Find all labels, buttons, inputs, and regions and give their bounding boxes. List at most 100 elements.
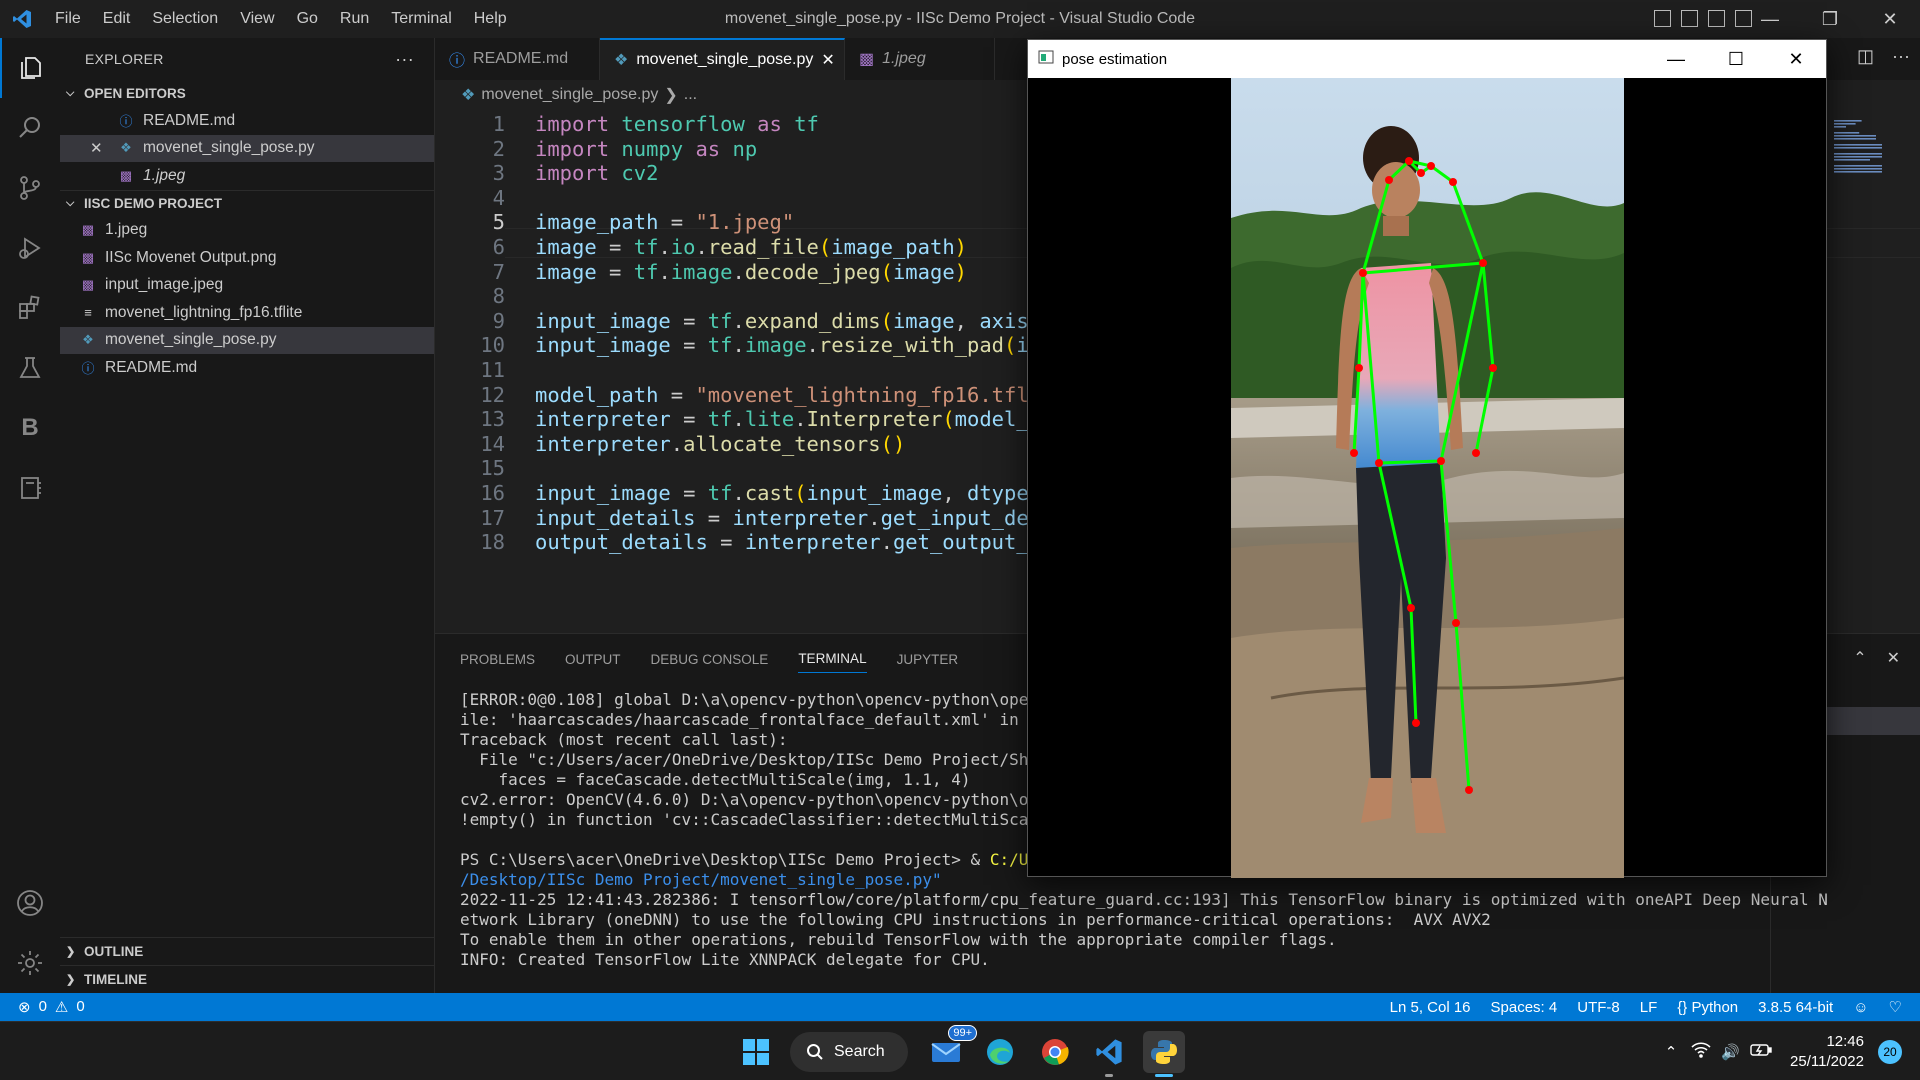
line-number: 7 [492, 259, 505, 284]
split-editor-icon[interactable]: ◫ [1857, 46, 1874, 67]
problems-status[interactable]: ⊗ 0 ⚠ 0 [0, 998, 85, 1016]
testing-icon[interactable] [0, 338, 60, 398]
more-actions-icon[interactable]: ··· [1892, 46, 1910, 67]
pose-window-titlebar[interactable]: pose estimation — ☐ ✕ [1028, 40, 1826, 78]
python-file-icon: ❖ [120, 140, 132, 156]
keypoint [1405, 157, 1413, 165]
extensions-icon[interactable] [0, 278, 60, 338]
menu-go[interactable]: Go [286, 0, 329, 38]
project-section[interactable]: ⌵ IISC DEMO PROJECT [60, 189, 434, 217]
keypoint [1385, 176, 1393, 184]
maximize-icon[interactable]: ☐ [1706, 40, 1766, 78]
file-label: input_image.jpeg [105, 276, 224, 294]
tab-output[interactable]: OUTPUT [565, 646, 621, 673]
windows-start-icon[interactable] [735, 1031, 777, 1073]
layout-controls [1654, 10, 1752, 27]
toggle-panel-icon[interactable] [1681, 10, 1698, 27]
clock[interactable]: 12:46 25/11/2022 [1790, 1032, 1864, 1072]
language-mode[interactable]: {} Python [1677, 999, 1738, 1016]
open-editor-item[interactable]: ▩ 1.jpeg [60, 162, 434, 190]
wifi-icon[interactable] [1691, 1041, 1711, 1062]
python-interpreter[interactable]: 3.8.5 64-bit [1758, 999, 1833, 1016]
menu-file[interactable]: File [44, 0, 92, 38]
minimize-icon[interactable]: — [1740, 0, 1800, 38]
toggle-secondary-sidebar-icon[interactable] [1708, 10, 1725, 27]
image-file-icon: ▩ [81, 222, 95, 238]
file-item[interactable]: ⓘ README.md [60, 354, 434, 382]
search-icon[interactable] [0, 98, 60, 158]
menu-edit[interactable]: Edit [92, 0, 142, 38]
source-control-icon[interactable] [0, 158, 60, 218]
volume-icon[interactable]: 🔊 [1721, 1043, 1740, 1061]
explorer-icon[interactable] [0, 38, 60, 98]
minimap[interactable] [1830, 110, 1920, 633]
file-item[interactable]: ≡ movenet_lightning_fp16.tflite [60, 299, 434, 327]
outline-section[interactable]: ❯ OUTLINE [60, 937, 435, 965]
indentation[interactable]: Spaces: 4 [1491, 999, 1558, 1016]
timeline-section[interactable]: ❯ TIMELINE [60, 965, 435, 993]
close-icon[interactable]: ✕ [1860, 0, 1920, 38]
close-editor-icon[interactable]: ✕ [90, 139, 115, 157]
tab-terminal[interactable]: TERMINAL [798, 645, 867, 673]
python-taskbar-icon[interactable] [1143, 1031, 1185, 1077]
file-item[interactable]: ▩ IISc Movenet Output.png [60, 244, 434, 272]
run-debug-icon[interactable] [0, 218, 60, 278]
end-of-line[interactable]: LF [1640, 999, 1658, 1016]
keypoint [1427, 162, 1435, 170]
edge-browser-icon[interactable] [979, 1031, 1021, 1073]
tab-problems[interactable]: PROBLEMS [460, 646, 535, 673]
close-panel-icon[interactable]: ✕ [1887, 648, 1900, 668]
file-item[interactable]: ▩ input_image.jpeg [60, 272, 434, 300]
close-icon[interactable]: ✕ [1766, 40, 1826, 78]
toggle-sidebar-icon[interactable] [1654, 10, 1671, 27]
explorer-sidebar: EXPLORER ··· ⌵ OPEN EDITORS ⓘ README.md … [60, 38, 435, 993]
settings-gear-icon[interactable] [0, 933, 60, 993]
open-editor-item[interactable]: ✕ ❖ movenet_single_pose.py [60, 134, 434, 162]
code-line: image_path = "1.jpeg" [535, 210, 795, 235]
maximize-panel-icon[interactable]: ⌃ [1853, 648, 1866, 668]
more-actions-icon[interactable]: ··· [395, 49, 414, 70]
menu-help[interactable]: Help [463, 0, 518, 38]
feedback-icon[interactable]: ☺ [1853, 999, 1868, 1016]
file-item[interactable]: ❖ movenet_single_pose.py [60, 326, 434, 354]
chevron-right-icon: ❯ [66, 946, 76, 958]
clock-date: 25/11/2022 [1790, 1052, 1864, 1070]
tab-debug-console[interactable]: DEBUG CONSOLE [651, 646, 769, 673]
close-tab-icon[interactable]: ✕ [821, 50, 834, 70]
account-icon[interactable] [0, 873, 60, 933]
menu-terminal[interactable]: Terminal [380, 0, 462, 38]
cursor-position[interactable]: Ln 5, Col 16 [1390, 999, 1471, 1016]
encoding[interactable]: UTF-8 [1577, 999, 1620, 1016]
tab-readme[interactable]: ⓘ README.md [435, 38, 600, 80]
menu-view[interactable]: View [229, 0, 285, 38]
vscode-taskbar-icon[interactable] [1088, 1031, 1130, 1077]
minimap-line [1834, 144, 1882, 146]
tab-movenet-single-pose[interactable]: ❖ movenet_single_pose.py ✕ [600, 38, 845, 80]
open-editors-section[interactable]: ⌵ OPEN EDITORS [60, 80, 434, 107]
breadcrumb-file[interactable]: movenet_single_pose.py [481, 86, 658, 104]
notification-count-badge[interactable]: 20 [1878, 1039, 1902, 1064]
breadcrumb-rest[interactable]: ... [684, 86, 697, 104]
notebook-icon[interactable] [0, 458, 60, 518]
taskbar-search[interactable]: Search [790, 1032, 908, 1072]
tab-1-jpeg[interactable]: ▩ 1.jpeg [845, 38, 995, 80]
minimize-icon[interactable]: — [1646, 40, 1706, 78]
pose-estimation-window[interactable]: pose estimation — ☐ ✕ [1027, 39, 1827, 878]
battery-icon[interactable] [1750, 1043, 1772, 1061]
code-line: model_path = "movenet_lightning_fp16.tfl [535, 382, 1029, 407]
file-item[interactable]: ▩ 1.jpeg [60, 217, 434, 245]
menu-selection[interactable]: Selection [141, 0, 229, 38]
open-editor-item[interactable]: ⓘ README.md [60, 107, 434, 135]
chevron-up-icon[interactable]: ⌃ [1665, 1043, 1678, 1061]
chrome-browser-icon[interactable] [1034, 1031, 1076, 1073]
line-number: 6 [492, 235, 505, 259]
menu-run[interactable]: Run [329, 0, 380, 38]
tab-jupyter[interactable]: JUPYTER [897, 646, 959, 673]
python-file-icon: ❖ [614, 52, 629, 69]
restore-icon[interactable]: ❐ [1800, 0, 1860, 38]
editor-actions: ◫ ··· [1857, 46, 1910, 67]
window-controls: — ❐ ✕ [1740, 0, 1920, 38]
b-extension-icon[interactable]: B [0, 398, 60, 458]
notifications-bell-icon[interactable]: ♡ [1889, 998, 1902, 1016]
mail-app-icon[interactable]: 99+ [925, 1025, 977, 1073]
